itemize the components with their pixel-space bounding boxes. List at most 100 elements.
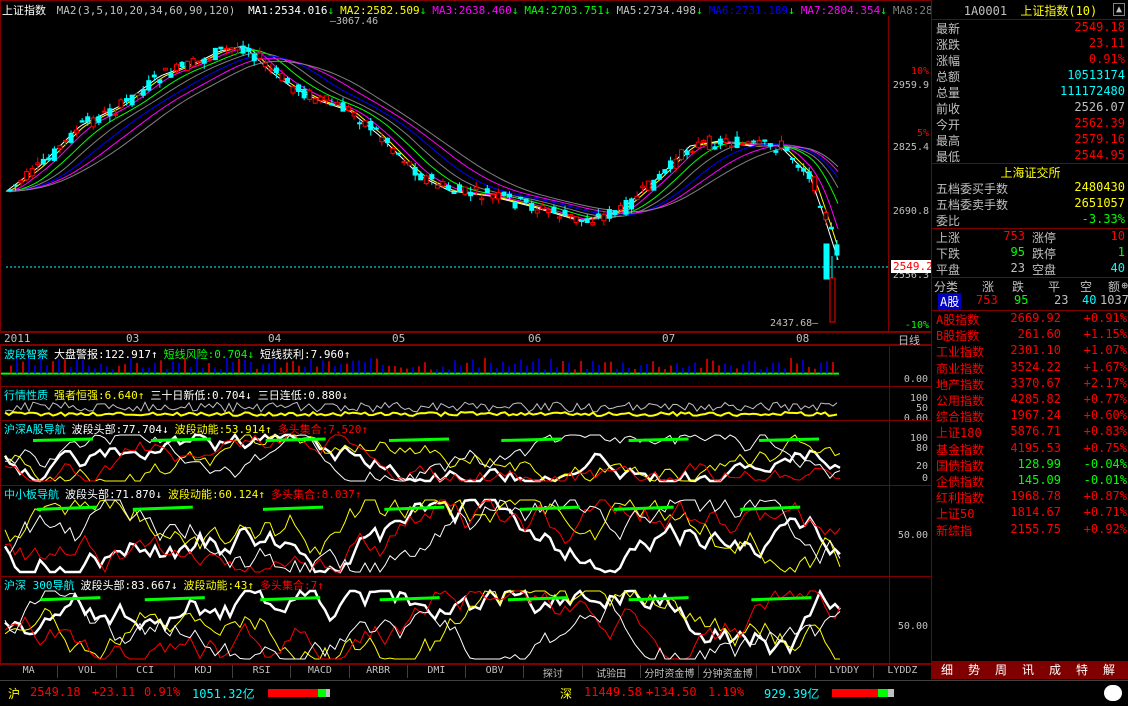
candle-body — [351, 112, 357, 117]
indicator-line — [507, 596, 568, 602]
indicator-panel-1[interactable]: 波段智察 大盘警报:122.917↑ 短线风险:0.704↓ 短线获利:7.960↑ 0… — [0, 345, 932, 387]
quote-row: 前收 2526.07 — [932, 100, 1128, 116]
quote-tab[interactable]: 讯 — [1017, 661, 1039, 679]
quote-tab[interactable]: 解 — [1098, 661, 1120, 679]
indicator-line — [260, 596, 321, 602]
quote-tab[interactable]: 势 — [963, 661, 985, 679]
candle-body — [357, 122, 363, 125]
index-row[interactable]: 红利指数 1968.78 +0.87% — [932, 489, 1128, 505]
indicator-axis: 50.00 — [889, 486, 932, 576]
indicator-panel-4[interactable]: 中小板导航 波段头部:71.870↓ 波段动能:60.124↑ 多头集合:8.037↑… — [0, 485, 932, 577]
indicator-tab-item[interactable]: 分钟资金博 — [699, 665, 758, 680]
quote-row: 涨跌 23.11 — [932, 36, 1128, 52]
quote-tab[interactable]: 细 — [936, 661, 958, 679]
category-name: A股 — [938, 293, 962, 310]
indicator-line — [4, 590, 840, 660]
indicator-tab-item[interactable]: LYDDZ — [874, 665, 932, 678]
candle-body — [346, 106, 352, 111]
quote-tab[interactable]: 特 — [1071, 661, 1093, 679]
index-row[interactable]: 商业指数 3524.22 +1.67% — [932, 360, 1128, 376]
category-table: 分类涨跌平空额 ⊕ A股 753 95 23 40 1037 — [932, 278, 1128, 310]
main-chart-legend: 上证指数 MA2(3,5,10,20,34,60,90,120) MA1:253… — [2, 2, 979, 17]
quote-tab[interactable]: 成 — [1044, 661, 1066, 679]
candle-body — [307, 89, 313, 100]
quote-row: 最低 2544.95 — [932, 148, 1128, 164]
indicator-tab-item[interactable]: VOL — [58, 665, 117, 678]
index-row[interactable]: 综合指数 1967.24 +0.60% — [932, 408, 1128, 424]
indicator-tab-item[interactable]: MACD — [291, 665, 350, 678]
indicator-tab-item[interactable]: 探讨 — [524, 665, 583, 680]
index-row[interactable]: 上证180 5876.71 +0.83% — [932, 424, 1128, 440]
candle-body — [412, 166, 418, 176]
index-row[interactable]: B股指数 261.60 +1.15% — [932, 327, 1128, 343]
candle-body — [551, 206, 557, 214]
index-row[interactable]: 企债指数 145.09 -0.01% — [932, 473, 1128, 489]
date-label-04: 04 — [268, 332, 282, 345]
index-row[interactable]: 上证50 1814.67 +0.71% — [932, 505, 1128, 521]
candle-body — [767, 143, 773, 147]
quote-scroll-arrows[interactable]: ▲ — [1113, 3, 1125, 16]
candle-body — [79, 120, 85, 123]
candle-body — [418, 173, 424, 181]
quote-row-label: 前收 — [936, 102, 961, 116]
index-name: 商业指数 — [936, 361, 985, 376]
indicator-panel-3[interactable]: 沪深A股导航 波段头部:77.704↓ 波段动能:53.914↑ 多头集合:7.520… — [0, 420, 932, 486]
indicator-line — [32, 437, 94, 442]
category-settings-icon[interactable]: ⊕ — [1121, 279, 1128, 292]
index-row[interactable]: 工业指数 2301.10 +1.07% — [932, 343, 1128, 359]
indicator-tab-item[interactable]: LYDDX — [757, 665, 816, 678]
indicator-tab-item[interactable]: KDJ — [175, 665, 233, 678]
index-row[interactable]: 地产指数 3370.67 +2.17% — [932, 376, 1128, 392]
indicator-tab-item[interactable]: CCI — [117, 665, 175, 678]
indicator-axis-label: 80 — [915, 443, 928, 454]
indicator-line — [384, 505, 445, 511]
indicator-tab-item[interactable]: DMI — [408, 665, 466, 678]
category-row[interactable]: A股 753 95 23 40 1037 — [932, 293, 1128, 310]
status-indicator-icon[interactable] — [1104, 685, 1122, 701]
indicator-line — [4, 590, 841, 661]
indicator-panel-5[interactable]: 沪深 300导航 波段头部:83.667↓ 波段动能:43↑ 多头集合:7↑ 50.00 — [0, 576, 932, 664]
candle-body — [729, 145, 734, 148]
breadth-label: 涨停 — [1032, 231, 1057, 245]
candle-body — [595, 213, 601, 216]
index-row[interactable]: 新综指 2155.75 +0.92% — [932, 522, 1128, 538]
candle-body — [384, 137, 390, 144]
candlestick-chart[interactable]: —3067.46 2437.68— — [0, 16, 888, 332]
indicator-tab-item[interactable]: 分时资金博 — [641, 665, 699, 680]
candle-body — [285, 77, 290, 84]
indicator-line — [501, 437, 562, 442]
candle-body — [179, 61, 185, 67]
indicator-line — [4, 498, 841, 574]
candle-body — [240, 45, 246, 54]
index-row[interactable]: 国债指数 128.99 -0.04% — [932, 457, 1128, 473]
index-row[interactable]: 公用指数 4285.82 +0.77% — [932, 392, 1128, 408]
axis-label-price-3: 2690.8 — [892, 206, 929, 217]
index-price: 2669.92 — [1010, 311, 1061, 325]
order-row-label: 委比 — [936, 214, 961, 228]
indicator-tab-item[interactable]: 试验田 — [583, 665, 641, 680]
index-name: 上证180 — [936, 426, 982, 441]
candle-body — [817, 205, 823, 208]
indicator-tab-item[interactable]: LYDDY — [816, 665, 874, 678]
quote-tab[interactable]: 周 — [990, 661, 1012, 679]
indicator-line — [150, 437, 211, 442]
index-row[interactable]: 基金指数 4195.53 +0.75% — [932, 441, 1128, 457]
candle-body — [834, 244, 840, 256]
indicator-tab-item[interactable]: ARBR — [350, 665, 408, 678]
candle-body — [196, 60, 202, 63]
candle-body — [251, 54, 257, 62]
index-change: -0.01% — [1083, 473, 1127, 487]
indicator-tab-item[interactable]: OBV — [466, 665, 525, 678]
status-bar: 沪 2549.18 +23.11 0.91% 1051.32亿 深 11449.… — [0, 680, 1128, 706]
low-price-marker: 2437.68— — [770, 318, 819, 329]
indicator-tab-item[interactable]: RSI — [233, 665, 292, 678]
candle-body — [85, 116, 91, 123]
indicator-tab-item[interactable]: MA — [0, 665, 59, 678]
index-row[interactable]: A股指数 2669.92 +0.91% — [932, 311, 1128, 327]
indicator-panel-2[interactable]: 行情性质 强者恒强:6.640↑ 三十日新低:0.704↓ 三日连低:0.880↓ 10… — [0, 386, 932, 424]
order-row: 委比 -3.33% — [932, 212, 1128, 228]
breadth-row: 下跌 95 跌停 1 — [932, 245, 1128, 261]
indicator-axis-label: 50.00 — [897, 621, 928, 632]
indicator-axis-label: 20 — [915, 461, 928, 472]
candle-body — [545, 209, 551, 214]
